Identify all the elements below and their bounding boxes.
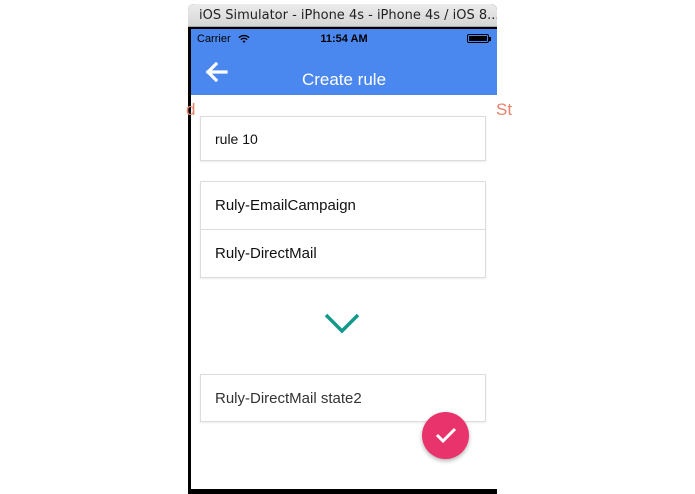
window-title: iOS Simulator - iPhone 4s - iPhone 4s / … bbox=[188, 4, 497, 27]
clock: 11:54 AM bbox=[320, 33, 368, 45]
rule-name-input[interactable]: rule 10 bbox=[200, 116, 486, 161]
rule-name-value: rule 10 bbox=[215, 131, 258, 147]
target-state-value: Ruly-DirectMail state2 bbox=[215, 390, 362, 407]
background-text-right: St bbox=[496, 100, 513, 119]
battery-icon bbox=[467, 34, 491, 43]
list-item[interactable]: Ruly-EmailCampaign bbox=[201, 182, 485, 230]
list-item[interactable]: Ruly-DirectMail bbox=[201, 230, 485, 278]
status-bar: Carrier 11:54 AM bbox=[191, 29, 497, 49]
simulator-window: iOS Simulator - iPhone 4s - iPhone 4s / … bbox=[188, 4, 497, 494]
background-text-left: d bbox=[186, 100, 196, 119]
confirm-button[interactable] bbox=[422, 412, 469, 459]
chevron-down-icon bbox=[324, 313, 360, 334]
nav-bar: Create rule bbox=[191, 49, 497, 95]
phone-screen: Carrier 11:54 AM Create rule rule 10 Rul… bbox=[191, 29, 497, 489]
check-icon bbox=[435, 427, 457, 444]
campaign-list: Ruly-EmailCampaign Ruly-DirectMail bbox=[200, 181, 486, 278]
page-title: Create rule bbox=[301, 70, 387, 89]
